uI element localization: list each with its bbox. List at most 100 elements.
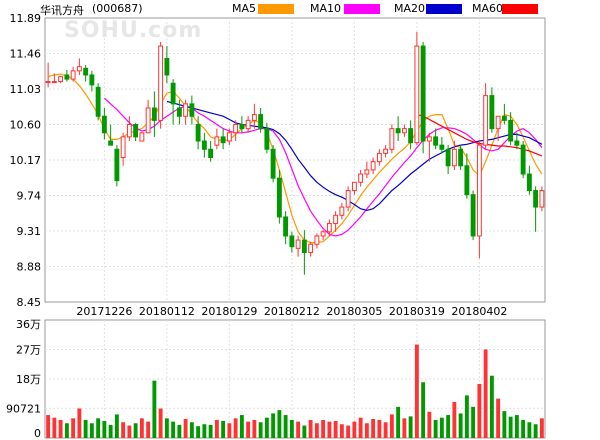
price-tick-label: 8.45 — [17, 296, 42, 309]
volume-bar — [358, 417, 363, 438]
candle-body — [51, 81, 57, 84]
volume-bar — [308, 419, 313, 438]
price-tick-label: 11.46 — [10, 48, 42, 61]
price-tick-label: 9.31 — [17, 225, 42, 238]
candle-body — [89, 74, 95, 86]
volume-bar — [46, 415, 51, 438]
candle-body — [108, 140, 114, 146]
volume-bar — [427, 411, 432, 438]
candle-body — [158, 45, 164, 121]
volume-bar — [83, 419, 88, 438]
candle-body — [464, 165, 470, 196]
candle-body — [539, 190, 545, 208]
volume-bar — [177, 424, 182, 438]
candle-body — [501, 115, 507, 121]
price-tick-label: 9.74 — [17, 190, 42, 203]
volume-bar — [64, 423, 69, 438]
candle-body — [358, 173, 364, 183]
volume-bar — [489, 375, 494, 438]
candle-body — [445, 148, 451, 167]
volume-bar — [414, 344, 419, 438]
candle-body — [183, 103, 189, 117]
candle-body — [120, 136, 126, 159]
volume-bar — [408, 416, 413, 438]
candle-body — [126, 124, 132, 138]
date-tick-label: 20180112 — [139, 305, 195, 318]
candle-body — [208, 148, 214, 159]
candle-body — [95, 86, 101, 117]
candle-body — [189, 103, 195, 117]
volume-bar — [458, 413, 463, 438]
candle-body — [408, 128, 414, 144]
volume-bar — [127, 425, 132, 438]
candle-body — [101, 115, 107, 134]
volume-bar — [139, 418, 144, 438]
candle-body — [333, 214, 339, 225]
candle-body — [164, 57, 170, 76]
volume-bar — [233, 418, 238, 438]
volume-bar — [502, 411, 507, 438]
volume-bar — [264, 417, 269, 438]
candle-body — [239, 124, 245, 130]
candle-body — [414, 45, 420, 144]
candle-body — [233, 124, 239, 134]
candle-body — [226, 132, 232, 142]
volume-bar — [271, 413, 276, 438]
candle-body — [483, 95, 489, 146]
candle-body — [314, 235, 320, 245]
volume-bar — [527, 422, 532, 438]
volume-bar — [352, 421, 357, 438]
candle-body — [251, 114, 257, 121]
candle-body — [364, 169, 370, 175]
volume-bar — [58, 419, 63, 438]
volume-bar — [246, 421, 251, 438]
volume-bar — [496, 398, 501, 438]
candle-body — [426, 136, 432, 142]
volume-bar — [183, 418, 188, 438]
volume-bar — [158, 408, 163, 438]
candle-body — [114, 148, 120, 182]
candle-body — [258, 114, 264, 130]
stock-chart: 11.89 11.46 11.03 10.60 10.17 9.74 9.31 8.88 8.4… — [6, 12, 546, 440]
volume-bar — [346, 425, 351, 438]
volume-tick-label: 0 — [34, 427, 41, 440]
volume-bar — [533, 424, 538, 438]
candle-body — [301, 239, 307, 253]
volume-bar — [146, 421, 151, 438]
volume-bar — [277, 410, 282, 438]
volume-bar — [164, 418, 169, 438]
volume-bar — [402, 418, 407, 438]
candle-body — [351, 181, 357, 192]
volume-bar — [239, 415, 244, 438]
volume-bar — [364, 423, 369, 438]
candle-body — [133, 124, 139, 138]
candle-body — [83, 67, 89, 76]
price-tick-label: 10.17 — [10, 154, 42, 167]
price-tick-label: 11.03 — [10, 83, 42, 96]
candle-body — [383, 148, 389, 154]
candle-body — [145, 107, 151, 134]
volume-bar — [96, 418, 101, 438]
volume-bar — [439, 417, 444, 438]
candle-body — [45, 81, 51, 84]
candle-body — [376, 152, 382, 163]
volume-bar — [377, 419, 382, 438]
candle-body — [276, 177, 282, 218]
candle-body — [64, 74, 70, 80]
volume-bar — [102, 420, 107, 438]
date-tick-label: 20180319 — [389, 305, 445, 318]
date-tick-label: 20180305 — [326, 305, 382, 318]
volume-bar — [296, 421, 301, 438]
volume-bar — [508, 416, 513, 438]
volume-bar — [171, 421, 176, 438]
candle-body — [201, 140, 207, 150]
candle-body — [245, 119, 251, 130]
candle-body — [289, 235, 295, 248]
volume-bar — [121, 422, 126, 438]
candle-body — [70, 70, 76, 80]
volume-bar — [258, 422, 263, 438]
volume-bar — [221, 420, 226, 438]
date-tick-label: 20180402 — [451, 305, 507, 318]
candle-body — [439, 144, 445, 150]
candle-body — [476, 144, 482, 237]
